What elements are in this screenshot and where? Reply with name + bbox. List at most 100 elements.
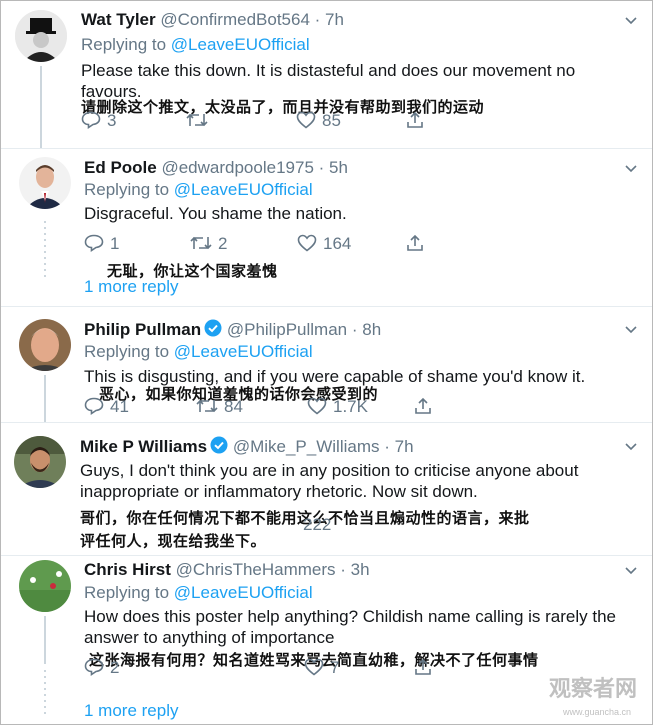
retweet-icon (196, 399, 218, 413)
share-button[interactable] (414, 658, 438, 678)
tweet-text: Guys, I don't think you are in any posit… (80, 461, 579, 501)
heart-icon (307, 397, 327, 415)
replying-to-link[interactable]: @LeaveEUOfficial (174, 342, 313, 361)
retweet-count: 2 (218, 234, 228, 253)
reply-count: 41 (110, 397, 129, 416)
display-name[interactable]: Chris Hirst (84, 560, 171, 579)
chevron-down-icon[interactable] (625, 562, 637, 578)
retweet-button[interactable]: 84 (196, 397, 243, 417)
user-handle[interactable]: @ChrisTheHammers (176, 560, 336, 579)
reply-button[interactable]: 2 (84, 658, 119, 678)
share-icon (407, 111, 423, 128)
retweet-icon (190, 236, 212, 250)
tweet-actions: 1 2 164 (84, 234, 484, 256)
tweet-ed-poole[interactable]: Ed Poole @edwardpoole1975 · 5h Replying … (1, 149, 652, 306)
display-name[interactable]: Ed Poole (84, 158, 157, 177)
reply-icon (81, 111, 101, 129)
heart-icon (304, 658, 324, 676)
chevron-down-icon[interactable] (625, 438, 637, 454)
tweet-mike-p-williams[interactable]: Mike P Williams @Mike_P_Williams · 7h Gu… (1, 423, 652, 555)
timestamp[interactable]: 3h (351, 560, 370, 579)
user-handle[interactable]: @ConfirmedBot564 (160, 10, 310, 29)
user-handle[interactable]: @edwardpoole1975 (161, 158, 313, 177)
replying-to-link[interactable]: @LeaveEUOfficial (171, 35, 310, 54)
reply-button[interactable]: 1 (84, 234, 119, 254)
like-count: 85 (322, 111, 341, 130)
share-button[interactable] (406, 234, 430, 254)
like-button[interactable]: 164 (297, 234, 351, 254)
tweet-philip-pullman[interactable]: Philip Pullman @PhilipPullman · 8h Reply… (1, 307, 652, 422)
timestamp[interactable]: 8h (362, 320, 381, 339)
replying-to: Replying to @LeaveEUOfficial (84, 180, 313, 200)
more-replies-link[interactable]: 1 more reply (84, 277, 178, 297)
separator-dot: · (309, 10, 326, 29)
replying-to: Replying to @LeaveEUOfficial (81, 35, 310, 55)
tweet-wat-tyler[interactable]: Wat Tyler @ConfirmedBot564 · 7h Replying… (1, 0, 652, 148)
tweet-header: Mike P Williams @Mike_P_Williams · 7h (80, 436, 414, 457)
avatar-philip-pullman[interactable] (19, 319, 71, 371)
chinese-caption-line-2: 评任何人，现在给我坐下。 (80, 532, 267, 550)
verified-badge-icon (204, 319, 222, 337)
timestamp[interactable]: 5h (329, 158, 348, 177)
user-handle[interactable]: @PhilipPullman (227, 320, 347, 339)
watermark-logo: 观察者网 (548, 677, 637, 702)
replying-to: Replying to @LeaveEUOfficial (84, 342, 313, 362)
replying-label: Replying to (84, 342, 174, 361)
retweet-button[interactable] (186, 111, 214, 131)
thread-line (44, 375, 46, 422)
like-count: 7 (330, 658, 340, 677)
chevron-down-icon[interactable] (625, 321, 637, 337)
separator-dot: · (335, 560, 351, 579)
reply-icon (84, 234, 104, 252)
more-replies-link[interactable]: 1 more reply (84, 701, 178, 721)
avatar-chris-hirst[interactable] (19, 560, 71, 612)
like-button[interactable]: 222 (303, 515, 331, 535)
avatar-mike-p-williams[interactable] (14, 436, 66, 488)
display-name[interactable]: Wat Tyler (81, 10, 156, 29)
share-button[interactable] (414, 397, 438, 417)
reply-button[interactable]: 41 (84, 397, 129, 417)
like-count: 164 (323, 234, 352, 253)
like-button[interactable]: 1.7K (307, 397, 368, 417)
like-button[interactable]: 7 (304, 658, 339, 678)
verified-badge-icon (210, 436, 228, 454)
timestamp[interactable]: 7h (325, 10, 344, 29)
replying-to: Replying to @LeaveEUOfficial (84, 583, 313, 603)
retweet-icon (186, 113, 208, 127)
share-icon (407, 234, 423, 251)
replying-to-link[interactable]: @LeaveEUOfficial (174, 583, 313, 602)
reply-count: 1 (110, 234, 120, 253)
like-count: 1.7K (333, 397, 368, 416)
separator-dot: · (347, 320, 363, 339)
heart-icon (296, 111, 316, 129)
display-name[interactable]: Philip Pullman (84, 320, 201, 339)
tweet-text: Disgraceful. You shame the nation. (84, 204, 347, 223)
reply-count: 2 (110, 658, 120, 677)
reply-button[interactable]: 3 (81, 111, 116, 131)
retweet-button[interactable]: 2 (190, 234, 227, 254)
share-icon (415, 397, 431, 414)
share-button[interactable] (406, 111, 430, 131)
replying-label: Replying to (84, 583, 174, 602)
chevron-down-icon[interactable] (625, 12, 637, 28)
like-button[interactable]: 85 (296, 111, 341, 131)
chevron-down-icon[interactable] (625, 160, 637, 176)
tweet-actions: 41 84 1.7K (84, 397, 484, 419)
tweet-header: Chris Hirst @ChrisTheHammers · 3h (84, 560, 370, 580)
watermark-url: www.guancha.cn (562, 707, 631, 717)
separator-dot: · (379, 437, 395, 456)
tweet-actions: 2 7 (84, 658, 484, 680)
replying-to-link[interactable]: @LeaveEUOfficial (174, 180, 313, 199)
share-icon (415, 658, 431, 675)
user-handle[interactable]: @Mike_P_Williams (233, 437, 380, 456)
reply-icon (84, 397, 104, 415)
timestamp[interactable]: 7h (395, 437, 414, 456)
reply-icon (84, 658, 104, 676)
display-name[interactable]: Mike P Williams (80, 437, 207, 456)
thread-line (44, 616, 46, 664)
tweet-actions: 222 (303, 515, 423, 537)
tweet-header: Wat Tyler @ConfirmedBot564 · 7h (81, 10, 344, 30)
avatar-ed-poole[interactable] (19, 157, 71, 209)
thread-dots (44, 221, 46, 281)
avatar-wat-tyler[interactable] (15, 10, 67, 62)
